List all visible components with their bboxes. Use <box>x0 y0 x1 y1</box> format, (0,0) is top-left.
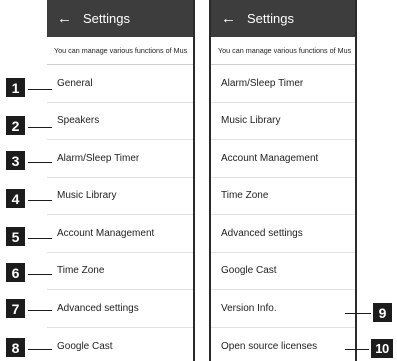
app-bar: ← Settings <box>47 0 193 37</box>
menu-item-music-library[interactable]: Music Library <box>47 178 193 215</box>
menu-item-general[interactable]: General <box>47 65 193 103</box>
callout-badge-6: 6 <box>6 263 25 282</box>
callout-leader-1 <box>28 89 52 90</box>
callout-leader-2 <box>28 127 52 128</box>
callout-leader-7 <box>28 310 52 311</box>
callout-leader-10 <box>345 349 369 350</box>
callout-badge-10: 10 <box>371 339 393 358</box>
app-bar: ← Settings <box>211 0 355 37</box>
left-settings-screen: ← Settings You can manage various functi… <box>47 0 195 361</box>
settings-menu: General Speakers Alarm/Sleep Timer Music… <box>47 65 193 361</box>
callout-leader-4 <box>28 200 52 201</box>
callout-badge-5: 5 <box>6 227 25 246</box>
callout-leader-3 <box>28 162 52 163</box>
callout-badge-8: 8 <box>6 338 25 357</box>
callout-badge-3: 3 <box>6 151 25 170</box>
menu-item-speakers[interactable]: Speakers <box>47 103 193 140</box>
menu-item-version-info[interactable]: Version Info. <box>211 290 355 328</box>
callout-leader-6 <box>28 274 52 275</box>
settings-description: You can manage various functions of Mus <box>47 37 193 65</box>
callout-badge-4: 4 <box>6 189 25 208</box>
menu-item-google-cast[interactable]: Google Cast <box>47 328 193 361</box>
callout-badge-7: 7 <box>6 299 25 318</box>
arrow-left-icon[interactable]: ← <box>221 11 247 26</box>
settings-description: You can manage various functions of Mus <box>211 37 355 65</box>
callout-leader-8 <box>28 349 52 350</box>
callout-leader-5 <box>28 238 52 239</box>
menu-item-open-source-licenses[interactable]: Open source licenses <box>211 328 355 361</box>
menu-item-alarm-sleep-timer[interactable]: Alarm/Sleep Timer <box>47 140 193 178</box>
menu-item-account-management[interactable]: Account Management <box>47 215 193 253</box>
callout-badge-2: 2 <box>6 116 25 135</box>
callout-leader-9 <box>345 313 371 314</box>
page-title: Settings <box>247 11 294 26</box>
arrow-left-icon[interactable]: ← <box>57 11 83 26</box>
callout-badge-1: 1 <box>6 78 25 97</box>
callout-badge-9: 9 <box>373 303 392 322</box>
menu-item-time-zone[interactable]: Time Zone <box>47 253 193 290</box>
menu-item-time-zone[interactable]: Time Zone <box>211 178 355 215</box>
menu-item-account-management[interactable]: Account Management <box>211 140 355 178</box>
settings-menu: Alarm/Sleep Timer Music Library Account … <box>211 65 355 361</box>
menu-item-music-library[interactable]: Music Library <box>211 103 355 140</box>
menu-item-advanced-settings[interactable]: Advanced settings <box>211 215 355 253</box>
right-settings-screen: ← Settings You can manage various functi… <box>209 0 357 361</box>
page-title: Settings <box>83 11 130 26</box>
menu-item-advanced-settings[interactable]: Advanced settings <box>47 290 193 328</box>
menu-item-google-cast[interactable]: Google Cast <box>211 253 355 290</box>
menu-item-alarm-sleep-timer[interactable]: Alarm/Sleep Timer <box>211 65 355 103</box>
